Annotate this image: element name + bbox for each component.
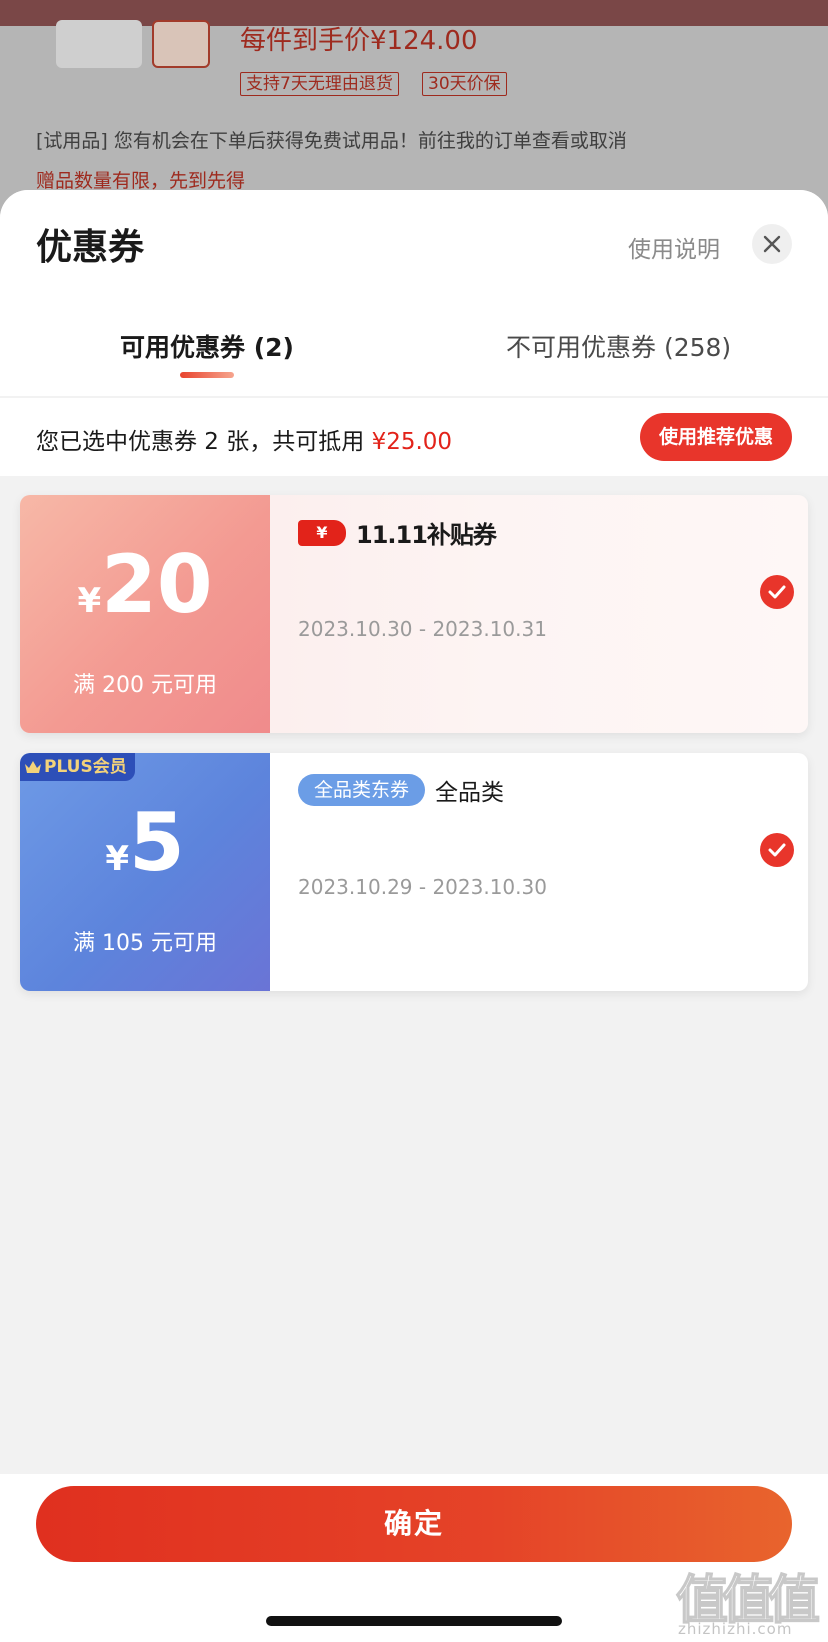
min-spend: 满 105 元可用 [73,931,217,956]
background-order-page: 每件到手价¥124.00 支持7天无理由退货 30天价保 [试用品] 您有机会在… [0,0,828,220]
crown-icon [25,761,41,773]
coupon-value-panel: ¥20 满 200 元可用 [20,495,270,733]
selection-summary: 您已选中优惠券 2 张，共可抵用 ¥25.00 使用推荐优惠 [0,398,828,476]
tab-available-coupons[interactable]: 可用优惠券 (2) [120,328,294,364]
coupon-amount: 5 [129,796,185,889]
coupon-date-range: 2023.10.30 - 2023.10.31 [298,617,547,641]
close-button[interactable] [752,224,792,264]
coupon-select-checkbox[interactable] [760,833,794,867]
summary-text: 您已选中优惠券 2 张，共可抵用 ¥25.00 [36,422,452,456]
coupon-value: ¥5 [20,801,270,885]
gift-warning: 赠品数量有限，先到先得 [36,170,246,192]
min-spend: 满 200 元可用 [73,673,217,698]
tab-unavailable-coupons[interactable]: 不可用优惠券 (258) [506,328,731,364]
coupon-card[interactable]: ¥5 满 105 元可用 PLUS会员 全品类东券 全品类 2023.10.29… [20,753,808,991]
coupon-name-row: 全品类东券 全品类 [298,773,504,807]
coupon-select-checkbox[interactable] [760,575,794,609]
site-watermark: 值 值 值 zhizhizhi.com [675,1558,826,1638]
checkmark-icon [768,843,786,857]
coupon-card[interactable]: ¥20 满 200 元可用 ¥ 11.11补贴券 2023.10.30 - 20… [20,495,808,733]
coupon-value: ¥20 [20,543,270,627]
sheet-header: 优惠券 使用说明 可用优惠券 (2) 不可用优惠券 (258) [0,190,828,396]
coupon-amount: 20 [101,538,213,631]
coupon-value-panel: ¥5 满 105 元可用 [20,753,270,991]
return-policy-tag: 支持7天无理由退货 [240,72,399,96]
coupon-sheet: 优惠券 使用说明 可用优惠券 (2) 不可用优惠券 (258) 您已选中优惠券 … [0,190,828,1642]
trial-note: [试用品] 您有机会在下单后获得免费试用品！前往我的订单查看或取消 [36,130,627,152]
coupon-date-range: 2023.10.29 - 2023.10.30 [298,875,547,899]
active-tab-indicator [180,372,234,378]
sheet-title: 优惠券 [36,227,145,268]
watermark-site: zhizhizhi.com [678,1620,793,1638]
unit-price: 每件到手价¥124.00 [240,26,478,56]
yen-badge-icon: ¥ [298,519,346,546]
summary-prefix: 您已选中优惠券 2 张，共可抵用 [36,429,372,455]
use-recommended-button[interactable]: 使用推荐优惠 [640,413,792,461]
usage-instructions-link[interactable]: 使用说明 [628,230,720,264]
summary-amount: ¥25.00 [371,429,453,455]
product-thumbnail [56,20,142,68]
currency-symbol: ¥ [77,581,102,621]
coupon-name: 全品类 [435,780,505,806]
sheet-footer: 确定 值 值 值 zhizhizhi.com [0,1474,828,1642]
plus-badge-label: PLUS会员 [44,757,127,777]
category-tag: 全品类东券 [298,774,426,806]
currency-symbol: ¥ [105,839,129,879]
gift-thumbnail [152,20,210,68]
home-indicator [266,1616,562,1626]
confirm-button[interactable]: 确定 [36,1486,792,1562]
plus-member-badge: PLUS会员 [20,753,135,781]
coupon-name-row: ¥ 11.11补贴券 [298,515,497,550]
close-icon [763,235,781,253]
checkmark-icon [768,585,786,599]
price-protect-tag: 30天价保 [422,72,507,96]
coupon-name: 11.11补贴券 [356,521,497,549]
